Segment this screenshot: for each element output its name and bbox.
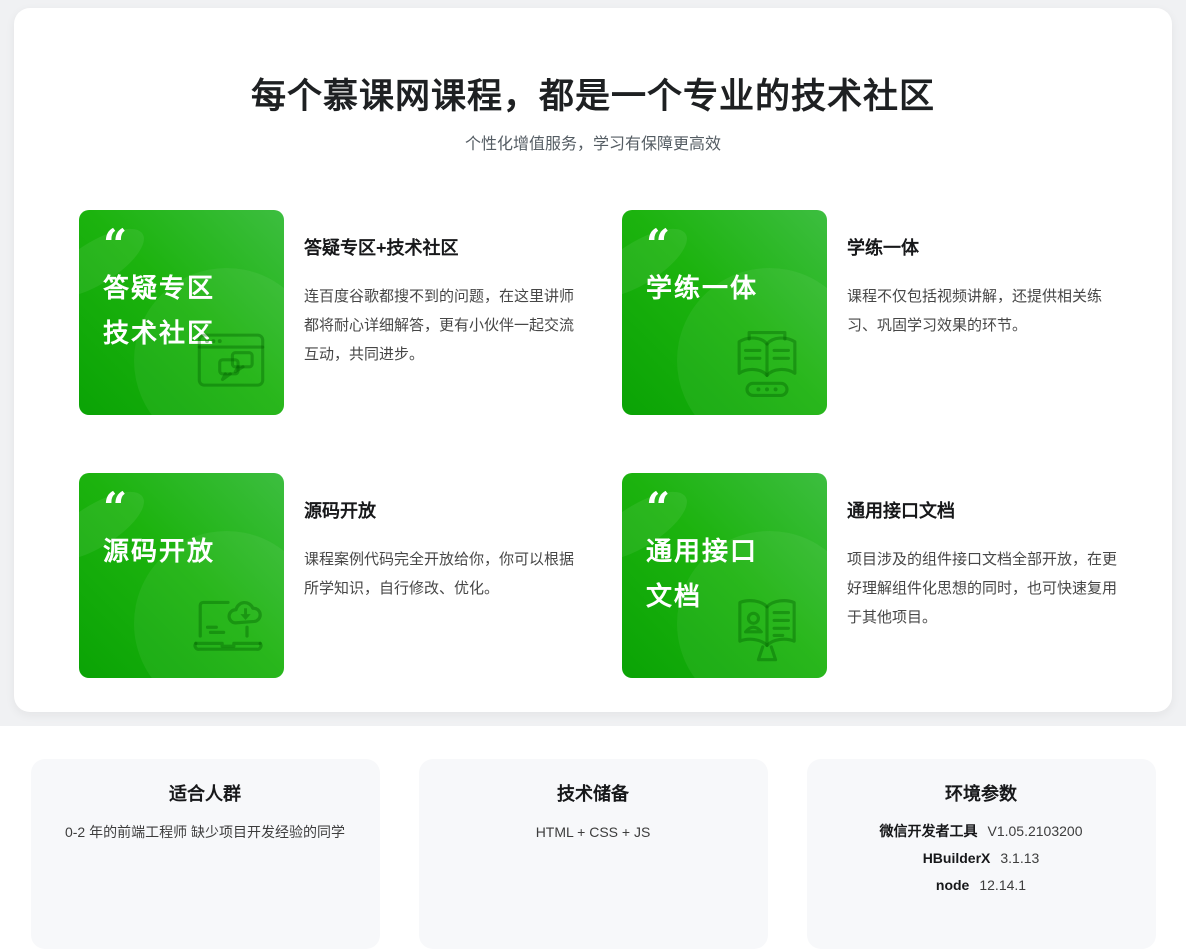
- quote-mark: “: [646, 497, 827, 519]
- feature-tile-source: “ 源码开放: [79, 473, 284, 678]
- feature-learn-practice: “ 学练一体: [622, 210, 1172, 415]
- course-feature-card: 每个慕课网课程，都是一个专业的技术社区 个性化增值服务，学习有保障更高效 “ 答…: [14, 8, 1172, 712]
- laptop-download-icon: [190, 598, 266, 658]
- env-param-row: 微信开发者工具 V1.05.2103200: [807, 818, 1156, 845]
- quote-mark: “: [103, 234, 284, 256]
- feature-tile-docs: “ 通用接口 文档: [622, 473, 827, 678]
- info-card-title: 技术储备: [419, 783, 768, 805]
- page-title: 每个慕课网课程，都是一个专业的技术社区: [14, 72, 1172, 122]
- tile-title: 学练一体: [646, 266, 827, 311]
- feature-title: 答疑专区+技术社区: [304, 237, 586, 259]
- feature-description: 连百度谷歌都搜不到的问题，在这里讲师都将耐心详细解答，更有小伙伴一起交流互动，共…: [304, 282, 586, 369]
- quote-mark: “: [103, 497, 284, 519]
- feature-description: 课程案例代码完全开放给你，你可以根据所学知识，自行修改、优化。: [304, 545, 586, 603]
- quote-mark: “: [646, 234, 827, 256]
- info-card-audience: 适合人群 0-2 年的前端工程师 缺少项目开发经验的同学: [31, 759, 380, 949]
- env-param-row: HBuilderX 3.1.13: [807, 845, 1156, 872]
- feature-tile-learn: “ 学练一体: [622, 210, 827, 415]
- info-card-description: 0-2 年的前端工程师 缺少项目开发经验的同学: [31, 822, 380, 842]
- tile-title: 源码开放: [103, 529, 284, 574]
- doc-book-monitor-icon: [733, 594, 801, 664]
- feature-text: 源码开放 课程案例代码完全开放给你，你可以根据所学知识，自行修改、优化。: [304, 473, 586, 678]
- feature-text: 学练一体 课程不仅包括视频讲解，还提供相关练习、巩固学习效果的环节。: [847, 210, 1129, 415]
- feature-api-docs: “ 通用接口 文档: [622, 473, 1172, 678]
- feature-text: 答疑专区+技术社区 连百度谷歌都搜不到的问题，在这里讲师都将耐心详细解答，更有小…: [304, 210, 586, 415]
- env-param-label: HBuilderX: [923, 850, 991, 866]
- env-param-label: node: [936, 877, 969, 893]
- feature-description: 课程不仅包括视频讲解，还提供相关练习、巩固学习效果的环节。: [847, 282, 1129, 340]
- env-param-value: V1.05.2103200: [988, 823, 1083, 839]
- info-card-title: 适合人群: [31, 783, 380, 805]
- feature-title: 学练一体: [847, 237, 1129, 259]
- feature-title: 源码开放: [304, 500, 586, 522]
- feature-description: 项目涉及的组件接口文档全部开放，在更好理解组件化思想的同时，也可快速复用于其他项…: [847, 545, 1129, 632]
- env-param-value: 3.1.13: [1000, 850, 1039, 866]
- info-card-environment: 环境参数 微信开发者工具 V1.05.2103200 HBuilderX 3.1.1…: [807, 759, 1156, 949]
- info-card-prerequisites: 技术储备 HTML + CSS + JS: [419, 759, 768, 949]
- env-param-label: 微信开发者工具: [880, 823, 978, 839]
- feature-qa-community: “ 答疑专区 技术社区: [79, 210, 622, 415]
- environment-params: 微信开发者工具 V1.05.2103200 HBuilderX 3.1.13 nod…: [807, 818, 1156, 899]
- feature-text: 通用接口文档 项目涉及的组件接口文档全部开放，在更好理解组件化思想的同时，也可快…: [847, 473, 1129, 678]
- env-param-value: 12.14.1: [979, 877, 1026, 893]
- env-param-row: node 12.14.1: [807, 872, 1156, 899]
- info-card-description: HTML + CSS + JS: [419, 822, 768, 842]
- info-card-title: 环境参数: [807, 783, 1156, 805]
- chat-browser-icon: [197, 333, 265, 395]
- feature-open-source: “ 源码开放: [79, 473, 622, 678]
- course-info-section: 适合人群 0-2 年的前端工程师 缺少项目开发经验的同学 技术储备 HTML +…: [0, 726, 1186, 949]
- feature-title: 通用接口文档: [847, 500, 1129, 522]
- page-subtitle: 个性化增值服务，学习有保障更高效: [14, 135, 1172, 155]
- feature-grid: “ 答疑专区 技术社区: [79, 210, 1172, 678]
- feature-tile-qa: “ 答疑专区 技术社区: [79, 210, 284, 415]
- hero-section: 每个慕课网课程，都是一个专业的技术社区 个性化增值服务，学习有保障更高效 “ 答…: [0, 0, 1186, 726]
- reader-book-icon: [733, 329, 801, 399]
